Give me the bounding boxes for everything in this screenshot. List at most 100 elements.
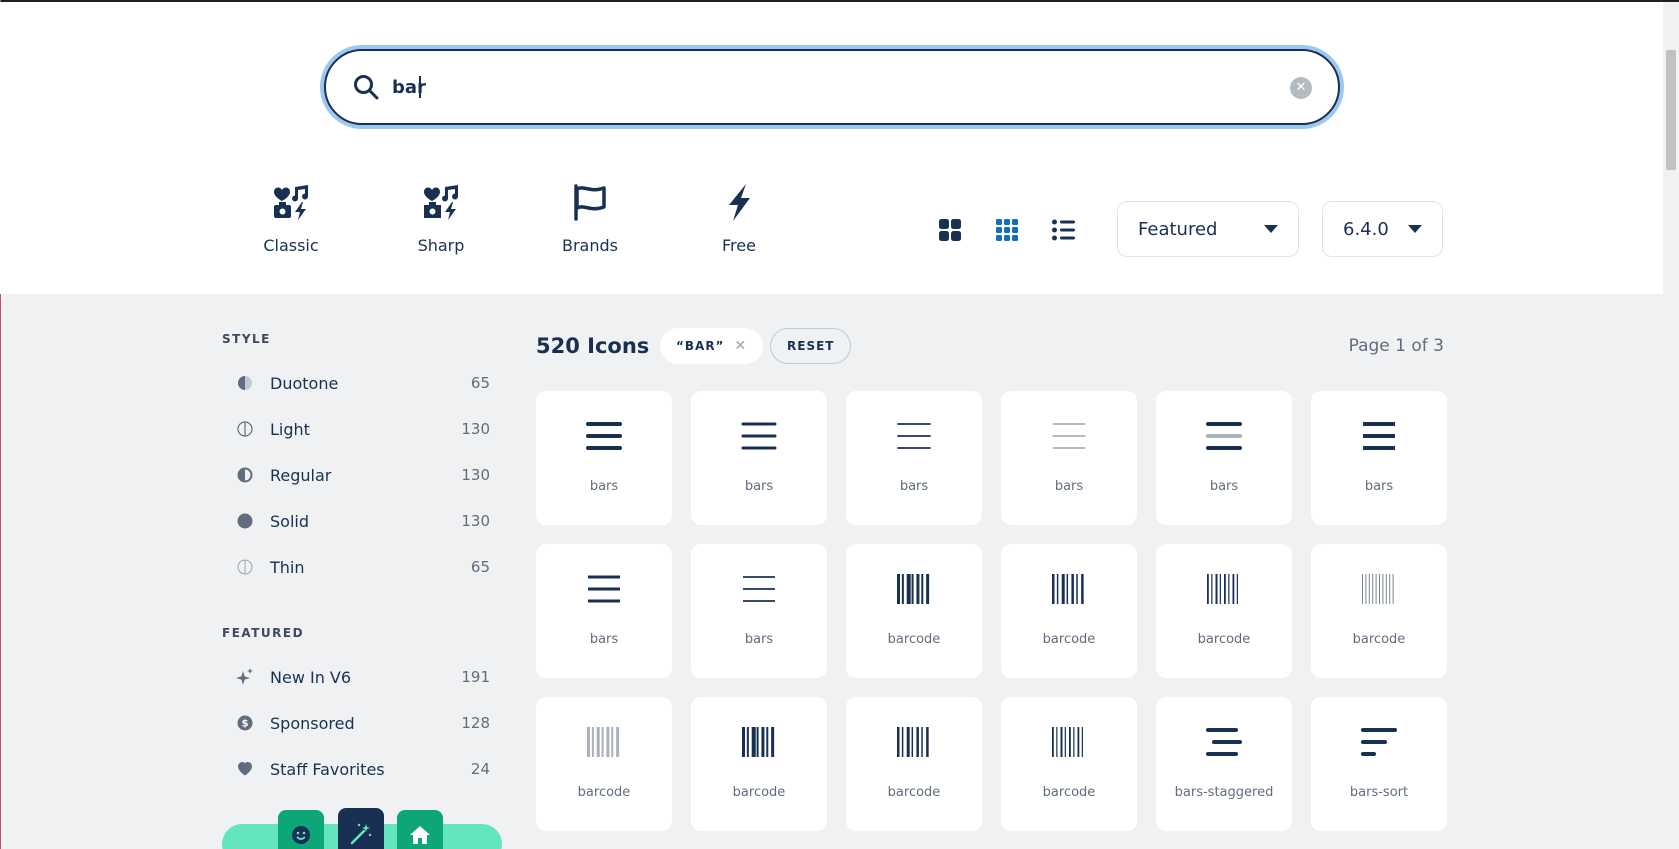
barcode-icon [587,727,620,757]
search-bar[interactable]: ✕ [324,49,1340,125]
view-list-button[interactable] [1051,217,1077,243]
icon-card-label: bars [1209,479,1239,494]
icon-card[interactable]: bars [691,391,827,525]
filter-label: Staff Favorites [270,759,385,779]
heart-icon [236,760,254,778]
icon-card-label: barcode [887,785,941,800]
icon-card[interactable]: bars [691,544,827,678]
dollar-icon: $ [236,714,254,732]
flag-icon [574,184,606,221]
filter-style-light[interactable]: Light 130 [222,406,490,452]
icon-card-label: bars [744,632,774,647]
barcode-icon [1052,727,1083,757]
filter-count: 128 [461,714,490,732]
view-large-grid-button[interactable] [937,217,963,243]
search-input[interactable] [392,69,1252,105]
bars-icon [897,423,931,449]
filter-count: 24 [470,760,490,778]
bars-icon [741,422,777,450]
icon-card[interactable]: barcode [691,697,827,831]
icon-card[interactable]: bars [1001,391,1137,525]
search-icon [354,75,379,100]
list-icon [1052,219,1075,241]
icon-card[interactable]: barcode [1311,544,1447,678]
sharp-icon [424,185,459,220]
barcode-icon [1052,574,1084,604]
filter-count: 130 [461,512,490,530]
close-icon[interactable]: ✕ [734,338,747,354]
filter-count: 130 [461,420,490,438]
icon-card-label: bars [589,479,619,494]
reset-button[interactable]: RESET [770,328,852,364]
icon-card[interactable]: bars-sort [1311,697,1447,831]
icon-card[interactable]: barcode [536,697,672,831]
family-brands[interactable]: Brands [535,182,645,255]
icon-card[interactable]: bars-staggered [1156,697,1292,831]
icon-card-label: bars-sort [1349,785,1409,800]
filter-label: Thin [270,557,305,577]
family-sharp[interactable]: Sharp [386,182,496,255]
filter-featured-new[interactable]: New In V6 191 [222,654,490,700]
icon-card[interactable]: bars [1156,391,1292,525]
version-select[interactable]: 6.4.0 [1322,201,1443,257]
filter-sidebar: STYLE Duotone 65 Light 130 Regular 130 S… [222,332,490,792]
magic-wand-button[interactable] [338,808,384,849]
query-filter-chip[interactable]: “BAR” ✕ [660,328,764,364]
filter-count: 65 [470,558,490,576]
bars-icon [586,422,622,450]
icon-card[interactable]: barcode [1001,544,1137,678]
sort-select[interactable]: Featured [1117,201,1299,257]
filter-style-thin[interactable]: Thin 65 [222,544,490,590]
bars-icon [1206,422,1242,450]
family-label: Free [722,236,756,255]
icon-card[interactable]: bars [1311,391,1447,525]
icon-card[interactable]: barcode [846,697,982,831]
bars-icon [1052,423,1086,449]
icon-card[interactable]: barcode [1001,697,1137,831]
filter-label: Regular [270,465,332,485]
filter-count: 191 [461,668,490,686]
scrollbar-thumb[interactable] [1666,50,1676,170]
view-small-grid-button[interactable] [994,217,1020,243]
filter-count: 130 [461,466,490,484]
featured-section: FEATURED New In V6 191 $ Sponsored 128 S… [222,626,490,792]
bars-icon [743,576,775,602]
emoji-button[interactable] [278,810,324,849]
icon-card[interactable]: bars [536,391,672,525]
bars-icon [588,575,620,603]
results-area: STYLE Duotone 65 Light 130 Regular 130 S… [2,294,1663,849]
search-header: ✕ Classic Sharp Brands [0,2,1663,294]
home-button[interactable] [397,810,443,849]
smile-icon [292,826,310,844]
thin-icon [236,558,254,576]
duotone-icon [236,374,254,392]
family-classic[interactable]: Classic [236,182,346,255]
family-free[interactable]: Free [684,182,794,255]
filter-featured-staff[interactable]: Staff Favorites 24 [222,746,490,792]
version-select-value: 6.4.0 [1343,218,1389,240]
filter-count: 65 [470,374,490,392]
icon-card-label: barcode [1042,785,1096,800]
bars-icon [1363,422,1395,450]
icon-card[interactable]: bars [846,391,982,525]
grid-small-icon [996,219,1018,241]
bolt-icon [729,184,750,221]
icon-card-label: barcode [1352,632,1406,647]
barcode-icon [742,727,775,757]
icon-card[interactable]: barcode [846,544,982,678]
icon-card[interactable]: bars [536,544,672,678]
light-icon [236,420,254,438]
filter-style-duotone[interactable]: Duotone 65 [222,360,490,406]
filter-featured-sponsored[interactable]: $ Sponsored 128 [222,700,490,746]
icon-card[interactable]: barcode [1156,544,1292,678]
bars-staggered-icon [1206,728,1242,756]
filter-style-regular[interactable]: Regular 130 [222,452,490,498]
icon-card-label: barcode [1042,632,1096,647]
caret-down-icon [1408,225,1422,233]
barcode-icon [1362,574,1394,604]
vertical-scrollbar[interactable] [1663,2,1679,849]
clear-search-button[interactable]: ✕ [1290,77,1312,99]
filter-style-solid[interactable]: Solid 130 [222,498,490,544]
filter-label: New In V6 [270,667,352,687]
icon-card-label: barcode [732,785,786,800]
